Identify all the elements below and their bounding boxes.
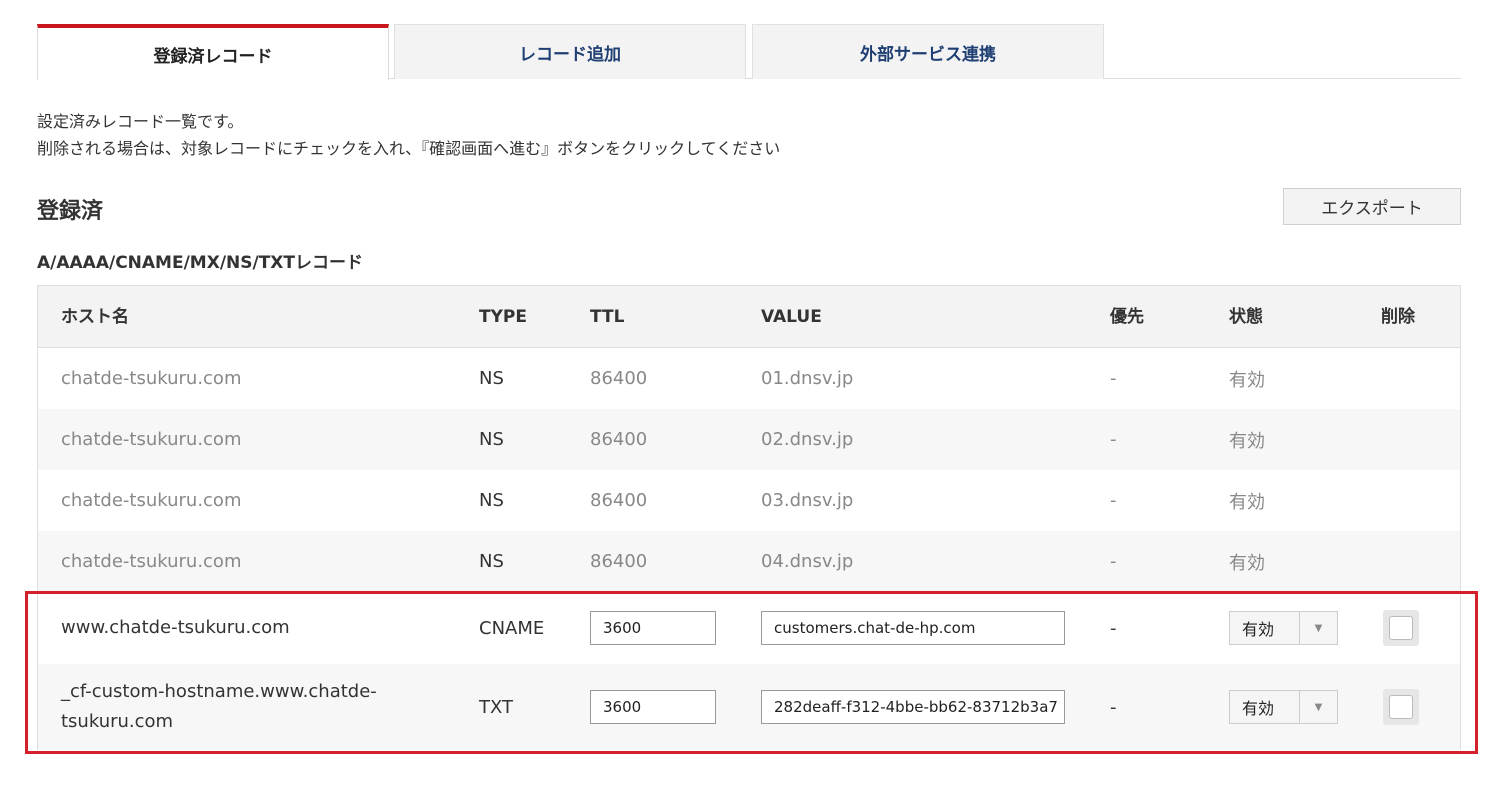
table-row: chatde-tsukuru.com NS 86400 04.dnsv.jp -… [38,531,1460,592]
triangle-down-icon: ▼ [1299,612,1337,644]
table-header: ホスト名 TYPE TTL VALUE 優先 状態 削除 [38,286,1460,348]
cell-delete [1383,592,1419,664]
delete-checkbox-wrapper [1383,689,1419,725]
cell-value: customers.chat-de-hp.com [761,592,1065,664]
header-delete: 削除 [1381,307,1415,327]
cell-ttl: 86400 [590,429,648,450]
cell-status: 有効 ▼ [1229,664,1338,750]
description-line-2: 削除される場合は、対象レコードにチェックを入れ、『確認画面へ進む』ボタンをクリッ… [37,139,781,158]
cell-type: NS [479,368,504,389]
cell-value: 02.dnsv.jp [761,429,854,450]
cell-type: CNAME [479,617,545,639]
tab-external-service[interactable]: 外部サービス連携 [752,24,1104,79]
cell-priority: - [1110,617,1117,639]
header-value: VALUE [761,307,822,327]
table-row-txt: _cf-custom-hostname.www.chatde- tsukuru.… [38,664,1460,750]
cell-priority: - [1110,490,1117,511]
tab-label: 登録済レコード [153,46,273,67]
header-host: ホスト名 [61,307,129,327]
cell-host: www.chatde-tsukuru.com [61,617,290,638]
status-select[interactable]: 有効 ▼ [1229,611,1338,645]
cell-ttl: 3600 [590,592,716,664]
records-table: ホスト名 TYPE TTL VALUE 優先 状態 削除 chatde-tsuk… [37,285,1461,750]
status-select-value: 有効 [1242,620,1275,639]
cell-type: NS [479,490,504,511]
cell-status: 有効 [1229,491,1265,513]
header-priority: 優先 [1110,307,1144,327]
cell-host: chatde-tsukuru.com [61,550,242,572]
cell-ttl: 86400 [590,551,648,572]
triangle-down-icon: ▼ [1299,691,1337,723]
cell-priority: - [1110,368,1117,389]
table-row: chatde-tsukuru.com NS 86400 01.dnsv.jp -… [38,348,1460,409]
ttl-input[interactable]: 3600 [590,611,716,645]
cell-host-line-1: _cf-custom-hostname.www.chatde- [61,681,377,702]
cell-host: chatde-tsukuru.com [61,367,242,389]
cell-status: 有効 ▼ [1229,592,1338,664]
record-tabs: 登録済レコード レコード追加 外部サービス連携 [37,24,1461,80]
status-select-value: 有効 [1242,699,1275,718]
tab-add-record[interactable]: レコード追加 [394,24,746,79]
value-input[interactable]: 282deaff-f312-4bbe-bb62-83712b3a7 [761,690,1065,724]
cell-value: 01.dnsv.jp [761,368,854,389]
table-row: chatde-tsukuru.com NS 86400 02.dnsv.jp -… [38,409,1460,470]
cell-host: chatde-tsukuru.com [61,489,242,511]
cell-priority: - [1110,551,1117,572]
header-type: TYPE [479,307,527,327]
delete-checkbox-wrapper [1383,610,1419,646]
header-status: 状態 [1229,307,1263,327]
cell-type: TXT [479,696,514,718]
tab-label: レコード追加 [519,44,621,65]
cell-priority: - [1110,696,1117,718]
header-ttl: TTL [590,307,625,327]
cell-ttl: 3600 [590,664,716,750]
value-input[interactable]: customers.chat-de-hp.com [761,611,1065,645]
section-title: 登録済 [37,199,104,224]
cell-value: 04.dnsv.jp [761,551,854,572]
export-button[interactable]: エクスポート [1283,188,1461,225]
cell-type: NS [479,429,504,450]
description-line-1: 設定済みレコード一覧です。 [37,112,244,131]
tab-label: 外部サービス連携 [860,44,996,65]
record-type-title: A/AAAA/CNAME/MX/NS/TXTレコード [37,253,364,273]
cell-type: NS [479,551,504,572]
ttl-input[interactable]: 3600 [590,690,716,724]
cell-ttl: 86400 [590,368,648,389]
cell-value: 282deaff-f312-4bbe-bb62-83712b3a7 [761,664,1065,750]
tab-registered-records[interactable]: 登録済レコード [37,24,389,80]
table-row-cname: www.chatde-tsukuru.com CNAME 3600 custom… [38,592,1460,664]
status-select[interactable]: 有効 ▼ [1229,690,1338,724]
cell-host-line-2: tsukuru.com [61,711,174,732]
delete-checkbox[interactable] [1389,616,1413,640]
cell-host: _cf-custom-hostname.www.chatde- tsukuru.… [61,664,461,750]
delete-checkbox[interactable] [1389,695,1413,719]
cell-status: 有効 [1229,552,1265,574]
table-row: chatde-tsukuru.com NS 86400 03.dnsv.jp -… [38,470,1460,531]
description: 設定済みレコード一覧です。 削除される場合は、対象レコードにチェックを入れ、『確… [37,108,780,162]
cell-value: 03.dnsv.jp [761,490,854,511]
cell-delete [1383,664,1419,750]
cell-status: 有効 [1229,369,1265,391]
cell-priority: - [1110,429,1117,450]
cell-host: chatde-tsukuru.com [61,428,242,450]
cell-status: 有効 [1229,430,1265,452]
cell-ttl: 86400 [590,490,648,511]
